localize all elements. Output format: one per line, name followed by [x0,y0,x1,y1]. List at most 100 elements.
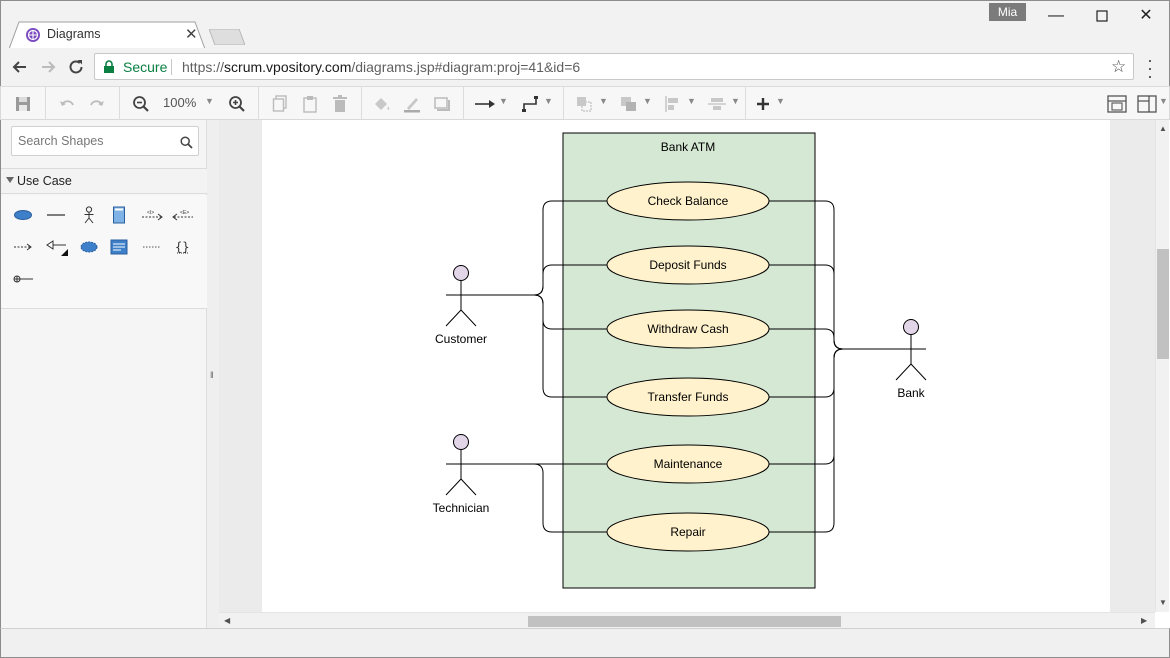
svg-text:{}: {} [175,240,189,254]
delete-icon[interactable] [328,92,352,116]
distribute-caret-icon[interactable]: ▼ [731,96,740,106]
use-case-withdraw-cash[interactable]: Withdraw Cash [606,309,770,349]
connector-style-icon[interactable] [473,92,497,116]
extend-relation-shape-icon[interactable]: <E> [171,204,195,226]
vertical-scrollbar[interactable]: ▲ ▼ [1155,120,1169,612]
url-text[interactable]: https://scrum.vpository.com/diagrams.jsp… [182,59,580,75]
anchor-line-shape-icon[interactable] [140,236,164,258]
horizontal-scrollbar[interactable]: ◀ ▶ [219,612,1155,628]
collaboration-shape-icon[interactable] [77,236,101,258]
bookmark-star-icon[interactable]: ☆ [1111,57,1126,77]
include-relation-shape-icon[interactable]: <I> [140,204,164,226]
browser-tab-diagrams[interactable]: Diagrams ✕ [9,21,206,49]
search-icon[interactable] [180,136,193,149]
panel-splitter[interactable]: ‖ [207,120,219,628]
line-color-icon[interactable] [400,92,424,116]
actor-customer[interactable]: Customer [435,265,487,347]
toolbar-separator [745,87,746,120]
back-arrow-icon[interactable] [10,57,30,77]
use-case-repair[interactable]: Repair [606,512,770,552]
svg-text:<I>: <I> [147,210,154,216]
redo-icon[interactable] [85,92,109,116]
undo-icon[interactable] [55,92,79,116]
copy-icon[interactable] [268,92,292,116]
diagram-canvas[interactable]: Bank ATM Check Balance Deposit Funds Wit… [219,120,1155,612]
new-tab-button[interactable] [209,29,245,45]
save-icon[interactable] [11,92,35,116]
use-case-label: Transfer Funds [648,390,729,404]
browser-menu-icon[interactable]: · · · [1147,51,1153,85]
browser-titlebar: Diagrams ✕ Mia — ✕ [0,0,1170,49]
url-path: /diagrams.jsp#diagram:proj=41&id=6 [351,59,581,75]
use-case-label: Maintenance [654,457,723,471]
zoom-level[interactable]: 100% [163,95,196,110]
zoom-dropdown-caret-icon[interactable]: ▼ [205,96,214,106]
shapes-panel: Use Case <I> <E> [0,120,207,628]
align-icon[interactable] [661,92,685,116]
use-case-ellipse-shape-icon[interactable] [11,204,35,226]
use-case-check-balance[interactable]: Check Balance [606,181,770,221]
scroll-left-arrow-icon[interactable]: ◀ [224,616,230,625]
scroll-right-arrow-icon[interactable]: ▶ [1141,616,1147,625]
toolbar-separator [563,87,564,120]
distribute-icon[interactable] [705,92,729,116]
diagram-page: Bank ATM Check Balance Deposit Funds Wit… [262,120,1110,612]
layer-order-caret-icon[interactable]: ▼ [643,96,652,106]
toolbar-separator [361,87,362,120]
address-bar[interactable]: Secure https://scrum.vpository.com/diagr… [94,53,1134,80]
zoom-in-icon[interactable] [225,92,249,116]
waypoint-style-icon[interactable] [519,92,543,116]
scroll-up-arrow-icon[interactable]: ▲ [1159,124,1167,133]
use-case-section-header[interactable]: Use Case [1,168,207,194]
align-caret-icon[interactable]: ▼ [687,96,696,106]
containment-line-shape-icon[interactable] [11,268,35,290]
actor-bank[interactable]: Bank [895,319,927,401]
note-shape-icon[interactable] [107,236,131,258]
minimize-icon[interactable]: — [1033,1,1079,31]
maximize-icon[interactable] [1079,1,1125,31]
tab-close-icon[interactable]: ✕ [185,25,198,43]
waypoint-caret-icon[interactable]: ▼ [544,96,553,106]
association-line-shape-icon[interactable] [44,204,68,226]
arrange-icon[interactable] [573,92,597,116]
use-case-deposit-funds[interactable]: Deposit Funds [606,245,770,285]
actor-label: Technician [433,501,490,515]
lock-icon [104,60,114,73]
browser-navbar: Secure https://scrum.vpository.com/diagr… [0,48,1170,86]
constraint-shape-icon[interactable]: {} [171,236,195,258]
close-window-icon[interactable]: ✕ [1123,1,1169,31]
url-host: scrum.vpository.com [224,59,352,75]
insert-caret-icon[interactable]: ▼ [776,96,785,106]
horizontal-scroll-thumb[interactable] [528,616,841,627]
format-panel-toggle-icon[interactable] [1105,92,1129,116]
layer-order-icon[interactable] [617,92,641,116]
paste-icon[interactable] [298,92,322,116]
insert-plus-icon[interactable] [751,92,775,116]
use-case-label: Deposit Funds [649,258,726,272]
outline-panel-toggle-icon[interactable] [1135,92,1159,116]
toolbar-separator [258,87,259,120]
profile-badge[interactable]: Mia [989,3,1026,21]
scroll-down-arrow-icon[interactable]: ▼ [1159,598,1167,607]
panel-caret-icon[interactable]: ▼ [1159,96,1168,106]
arrange-caret-icon[interactable]: ▼ [599,96,608,106]
use-case-label: Repair [670,525,705,539]
zoom-out-icon[interactable] [129,92,153,116]
forward-arrow-icon[interactable] [38,57,58,77]
shadow-icon[interactable] [430,92,454,116]
system-boundary-shape-icon[interactable] [107,204,131,226]
fill-color-icon[interactable] [370,92,394,116]
reload-icon[interactable] [66,57,86,77]
actor-label: Bank [897,386,925,400]
search-shapes-input[interactable] [18,134,168,148]
connector-style-caret-icon[interactable]: ▼ [499,96,508,106]
generalization-arrow-shape-icon[interactable] [44,236,68,258]
use-case-label: Withdraw Cash [647,322,728,336]
section-title: Use Case [17,174,72,188]
vertical-scroll-thumb[interactable] [1157,249,1169,359]
actor-shape-icon[interactable] [77,204,101,226]
use-case-transfer-funds[interactable]: Transfer Funds [606,377,770,417]
use-case-maintenance[interactable]: Maintenance [606,444,770,484]
actor-technician[interactable]: Technician [433,434,490,516]
dependency-arrow-shape-icon[interactable] [11,236,35,258]
